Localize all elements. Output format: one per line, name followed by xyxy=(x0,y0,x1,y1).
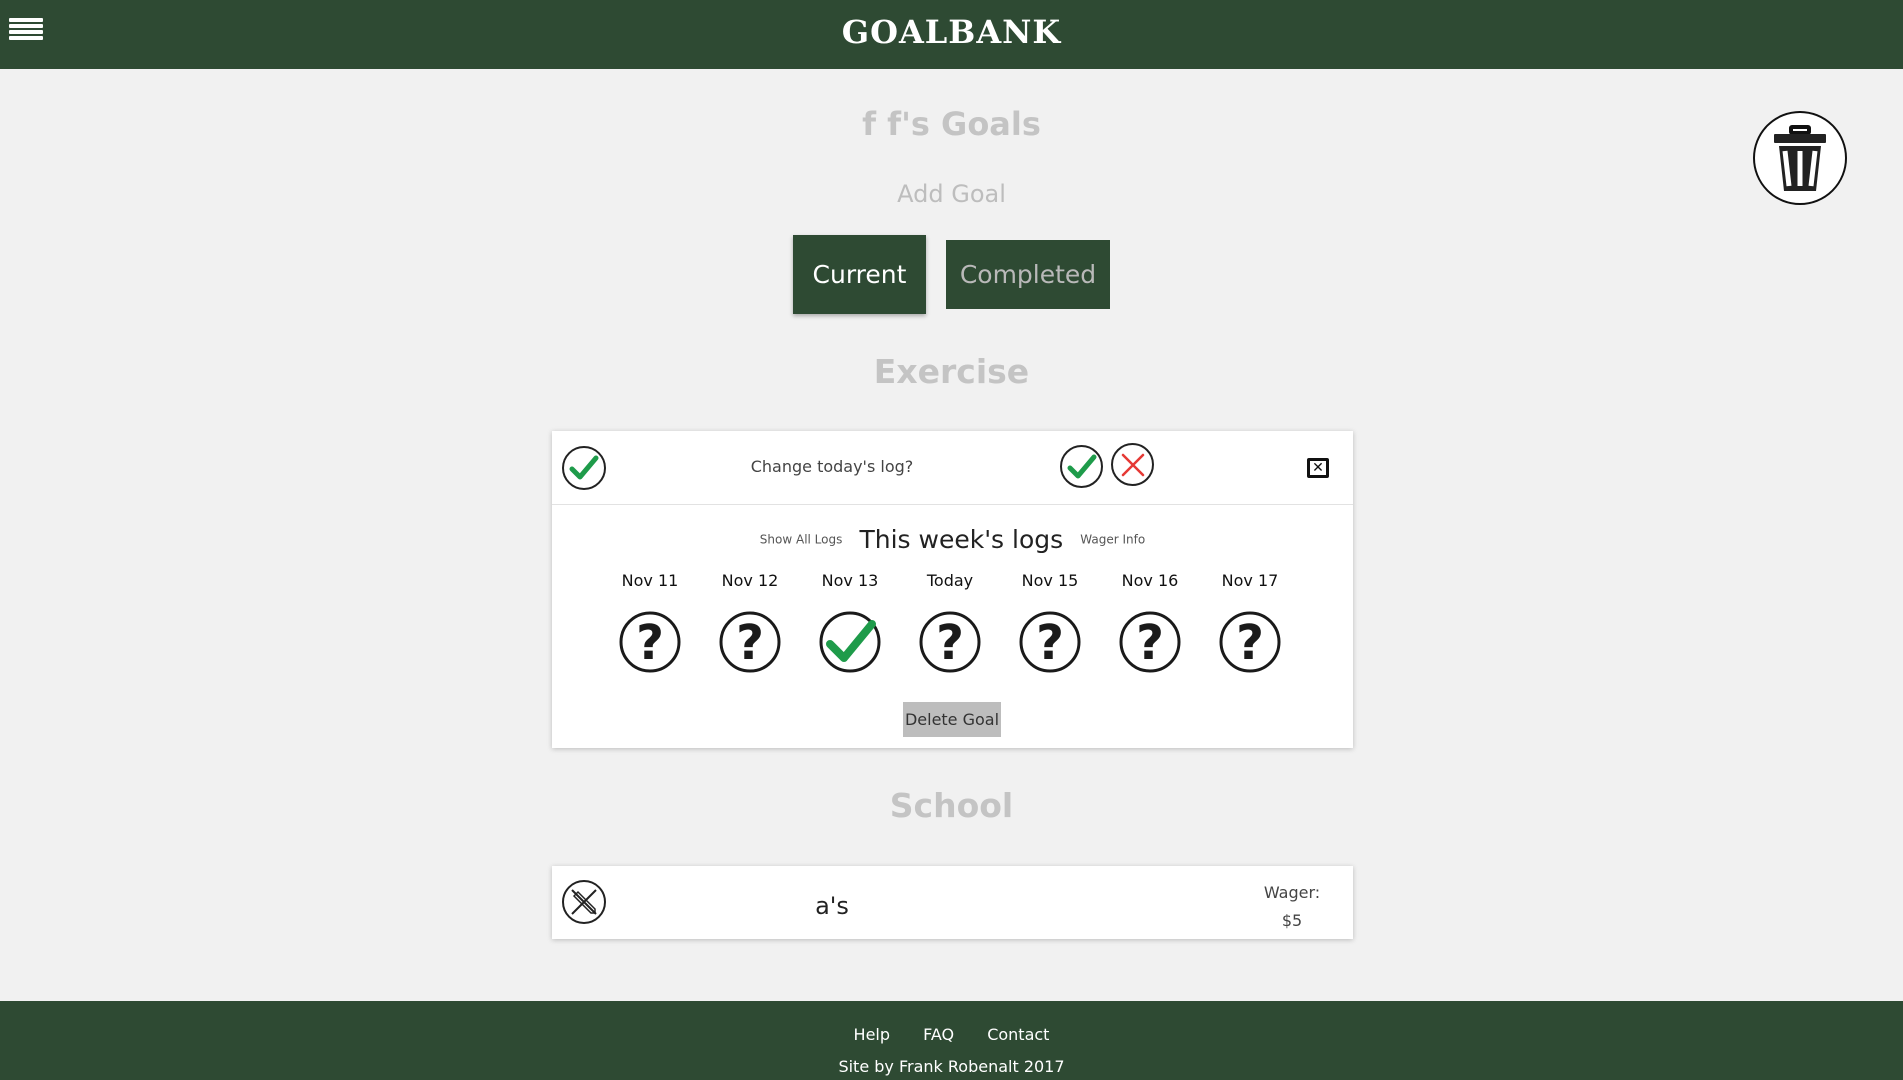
svg-text:?: ? xyxy=(636,615,664,671)
brand-logo[interactable]: GOALBANK xyxy=(0,13,1903,51)
tab-completed[interactable]: Completed xyxy=(946,240,1110,309)
check-mark-icon[interactable] xyxy=(818,610,882,674)
svg-text:?: ? xyxy=(936,615,964,671)
logs-header: Show All Logs This week's logs Wager Inf… xyxy=(552,525,1353,554)
question-mark-icon[interactable]: ? xyxy=(718,610,782,674)
footer-link-faq[interactable]: FAQ xyxy=(923,1025,954,1044)
close-icon[interactable]: ✕ xyxy=(1307,458,1329,478)
goal-card-exercise: Change today's log? ✕ Show All Logs This… xyxy=(552,431,1353,748)
goal-card-school: a's Wager: $5 xyxy=(552,866,1353,939)
question-mark-icon[interactable]: ? xyxy=(918,610,982,674)
day-label: Nov 13 xyxy=(821,571,879,590)
wager-amount: $5 xyxy=(1281,911,1303,930)
day-log: Nov 12 ? xyxy=(710,571,790,674)
day-label: Nov 15 xyxy=(1021,571,1079,590)
log-fail-cross-icon[interactable] xyxy=(1111,443,1154,486)
footer-link-help[interactable]: Help xyxy=(854,1025,890,1044)
day-label: Nov 11 xyxy=(621,571,679,590)
day-log: Nov 17 ? xyxy=(1210,571,1290,674)
day-label: Nov 17 xyxy=(1221,571,1279,590)
category-title-school: School xyxy=(889,786,1014,825)
log-success-check-icon[interactable] xyxy=(1060,445,1103,488)
question-mark-icon[interactable]: ? xyxy=(1118,610,1182,674)
svg-text:?: ? xyxy=(1236,615,1264,671)
add-goal-link[interactable]: Add Goal xyxy=(0,180,1903,208)
footer-links: Help FAQ Contact xyxy=(0,1001,1903,1044)
category-title-exercise: Exercise xyxy=(873,352,1030,391)
day-log: Nov 16 ? xyxy=(1110,571,1190,674)
day-label: Today xyxy=(926,571,974,590)
weekly-logs: Show All Logs This week's logs Wager Inf… xyxy=(552,505,1353,748)
question-mark-icon[interactable]: ? xyxy=(1018,610,1082,674)
footer-credit: Site by Frank Robenalt 2017 xyxy=(838,1057,1065,1076)
day-label: Nov 12 xyxy=(721,571,779,590)
wager-label: Wager: xyxy=(1263,883,1321,902)
show-all-logs-link[interactable]: Show All Logs xyxy=(760,533,843,547)
day-log: Nov 11 ? xyxy=(610,571,690,674)
page-title: f f's Goals xyxy=(862,105,1041,143)
day-log: Nov 13 xyxy=(810,571,890,674)
day-log: Nov 15 ? xyxy=(1010,571,1090,674)
svg-text:?: ? xyxy=(736,615,764,671)
goal-name: a's xyxy=(815,892,849,920)
wager-display: Wager: $5 xyxy=(1242,879,1342,935)
day-label: Nov 16 xyxy=(1121,571,1179,590)
wager-info-link[interactable]: Wager Info xyxy=(1080,533,1145,547)
top-bar: GOALBANK xyxy=(0,0,1903,69)
svg-text:?: ? xyxy=(1136,615,1164,671)
card-header: Change today's log? ✕ xyxy=(552,431,1353,505)
footer: Help FAQ Contact Site by Frank Robenalt … xyxy=(0,1001,1903,1080)
change-log-prompt: Change today's log? xyxy=(750,457,914,476)
tab-current[interactable]: Current xyxy=(793,235,926,314)
logs-title: This week's logs xyxy=(859,525,1064,554)
day-log: Today ? xyxy=(910,571,990,674)
question-mark-icon[interactable]: ? xyxy=(618,610,682,674)
svg-text:?: ? xyxy=(1036,615,1064,671)
question-mark-icon[interactable]: ? xyxy=(1218,610,1282,674)
footer-link-contact[interactable]: Contact xyxy=(987,1025,1049,1044)
delete-goal-button[interactable]: Delete Goal xyxy=(903,702,1001,737)
